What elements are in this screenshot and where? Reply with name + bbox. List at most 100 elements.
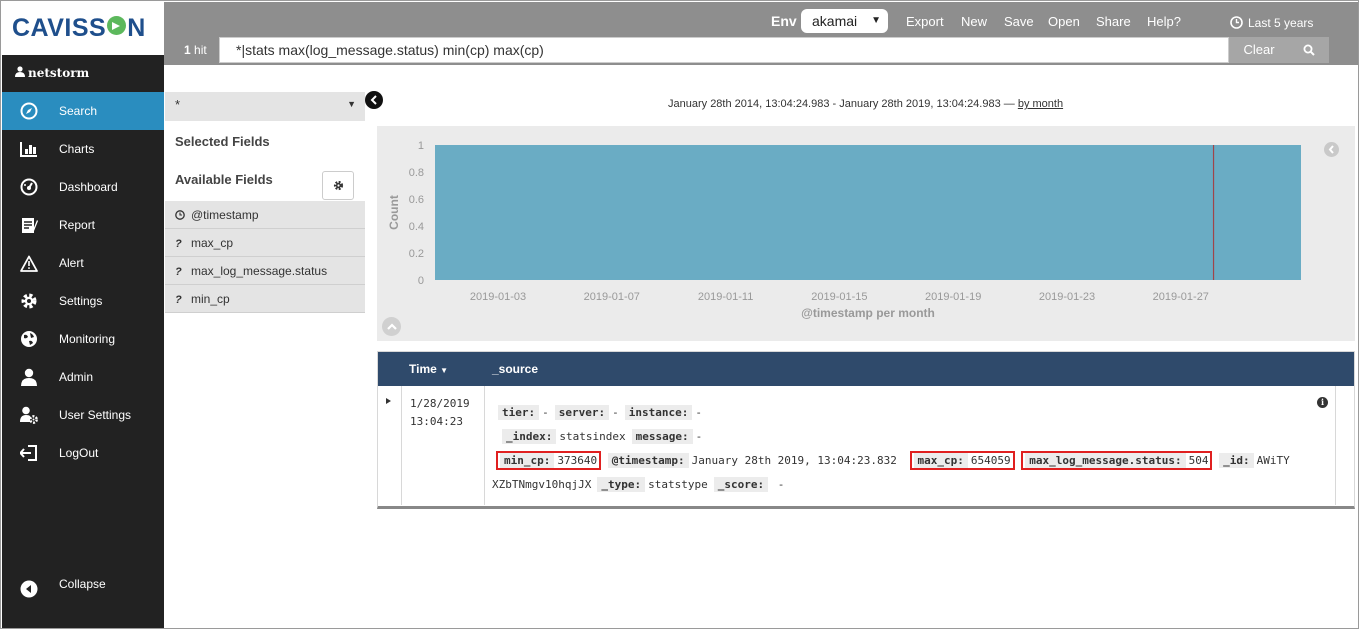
- index-pattern-select[interactable]: * ▼: [165, 92, 365, 121]
- bar-chart-icon: [20, 140, 38, 158]
- username: netstorm: [28, 66, 90, 80]
- unknown-type-icon: ?: [175, 266, 182, 278]
- results-table: Time ▼ _source 1/28/2019 13:04:23 tier: -…: [377, 351, 1355, 509]
- sidebar-item-label: User Settings: [59, 408, 132, 422]
- admin-icon: [20, 368, 38, 386]
- field-item-max-log-message-status[interactable]: ? max_log_message.status: [165, 257, 365, 285]
- x-tick-label: 2019-01-27: [1153, 291, 1209, 303]
- help-button[interactable]: Help?: [1147, 14, 1181, 29]
- field-item-timestamp[interactable]: @timestamp: [165, 201, 365, 229]
- sidebar-item-label: LogOut: [59, 446, 99, 460]
- field-name: max_log_message.status: [191, 264, 328, 278]
- interval-link[interactable]: by month: [1018, 98, 1063, 110]
- histogram-chart: 0 0.2 0.4 0.6 0.8 1 2019-01-03 2019-01-07 2019-0…: [377, 126, 1355, 341]
- brand-logo: CAVISS N: [12, 14, 146, 42]
- field-settings-button[interactable]: [322, 171, 354, 200]
- row-timestamp: 1/28/2019 13:04:23: [410, 397, 470, 428]
- save-button[interactable]: Save: [1004, 14, 1034, 29]
- sidebar-item-settings[interactable]: Settings: [2, 282, 164, 320]
- chevron-up-icon: [386, 323, 397, 330]
- sidebar-item-label: Dashboard: [59, 180, 118, 194]
- histogram-svg: 0 0.2 0.4 0.6 0.8 1 2019-01-03 2019-01-07 2019-0…: [387, 140, 1301, 320]
- sidebar-item-label: Report: [59, 218, 96, 232]
- user-info: netstorm: [2, 55, 164, 92]
- dashboard-icon: [20, 178, 38, 196]
- expand-row-icon[interactable]: [386, 398, 391, 404]
- source-line: XZbTNmgv10hqjJX _type: statstype _score: -: [492, 477, 785, 492]
- collapse-icon: [20, 575, 38, 598]
- sidebar-item-search[interactable]: Search: [2, 92, 164, 130]
- sidebar-item-user-settings[interactable]: User Settings: [2, 396, 164, 434]
- app-window: CAVISS N netstorm Search Charts Dashboard: [0, 0, 1359, 629]
- gear-icon: [333, 180, 343, 191]
- export-button[interactable]: Export: [906, 14, 944, 29]
- x-axis-label: @timestamp per month: [801, 306, 935, 320]
- y-axis-label: Count: [387, 195, 401, 230]
- logout-icon: [20, 444, 38, 462]
- search-icon: [1303, 44, 1315, 56]
- x-tick-label: 2019-01-19: [925, 291, 981, 303]
- index-pattern-value: *: [175, 97, 181, 112]
- share-button[interactable]: Share: [1096, 14, 1131, 29]
- source-line: _index: statsindex message: -: [502, 429, 708, 448]
- sidebar-item-charts[interactable]: Charts: [2, 130, 164, 168]
- caret-down-icon: ▼: [347, 99, 356, 109]
- info-icon[interactable]: i: [1317, 397, 1328, 408]
- open-button[interactable]: Open: [1048, 14, 1080, 29]
- sidebar-item-admin[interactable]: Admin: [2, 358, 164, 396]
- new-button[interactable]: New: [961, 14, 987, 29]
- sidebar-item-label: Monitoring: [59, 332, 116, 346]
- field-item-min-cp[interactable]: ? min_cp: [165, 285, 365, 313]
- sidebar-item-dashboard[interactable]: Dashboard: [2, 168, 164, 206]
- unknown-type-icon: ?: [175, 238, 182, 250]
- table-header: Time ▼ _source: [378, 352, 1354, 386]
- logo-arrow-icon: [107, 16, 127, 35]
- sidebar-item-alert[interactable]: Alert: [2, 244, 164, 282]
- gear-icon: [20, 292, 38, 310]
- column-divider: [484, 386, 485, 505]
- unknown-type-icon: ?: [175, 294, 182, 306]
- sidebar-item-label: Settings: [59, 294, 103, 308]
- globe-icon: [20, 330, 38, 348]
- clear-button[interactable]: Clear: [1229, 37, 1289, 63]
- histogram-bar: [435, 145, 1301, 280]
- field-name: @timestamp: [191, 208, 259, 222]
- chart-collapse-button[interactable]: [382, 317, 401, 336]
- sidebar: netstorm Search Charts Dashboard Report: [2, 55, 164, 628]
- clock-icon: [175, 202, 191, 230]
- min-cp-highlight: min_cp: 373640: [496, 451, 602, 470]
- report-icon: [20, 216, 38, 234]
- clock-icon: [1230, 16, 1243, 29]
- source-line: tier: - server: - instance: -: [498, 405, 708, 424]
- y-tick-label: 0.2: [409, 248, 424, 260]
- chart-close-button[interactable]: [1324, 142, 1339, 157]
- column-header-time[interactable]: Time ▼: [409, 362, 448, 376]
- sidebar-item-label: Alert: [59, 256, 84, 270]
- sort-down-icon: ▼: [440, 366, 449, 375]
- y-tick-label: 0.4: [409, 221, 424, 233]
- field-name: min_cp: [191, 292, 230, 306]
- sidebar-item-monitoring[interactable]: Monitoring: [2, 320, 164, 358]
- search-button[interactable]: [1289, 37, 1329, 63]
- sidebar-item-report[interactable]: Report: [2, 206, 164, 244]
- date-range-text: January 28th 2014, 13:04:24.983 - Januar…: [668, 98, 1064, 110]
- sidebar-item-logout[interactable]: LogOut: [2, 434, 164, 472]
- chevron-left-icon: [370, 95, 377, 105]
- collapse-button[interactable]: Collapse: [2, 565, 164, 603]
- available-fields-heading: Available Fields: [175, 172, 273, 187]
- top-toolbar: Env akamai ▼ Export New Save Open Share …: [164, 2, 1358, 65]
- env-select[interactable]: akamai ▼: [801, 9, 888, 33]
- sidebar-item-label: Search: [59, 104, 98, 118]
- x-tick-label: 2019-01-11: [698, 291, 753, 303]
- env-select-value: akamai: [812, 13, 858, 29]
- source-line: min_cp: 373640 @timestamp: January 28th 20…: [496, 451, 1296, 470]
- collapse-panel-button[interactable]: [365, 91, 383, 109]
- logo-area: CAVISS N: [2, 2, 164, 55]
- time-range-picker[interactable]: Last 5 years: [1230, 16, 1313, 30]
- y-tick-label: 0: [418, 275, 424, 287]
- search-query-input[interactable]: *|stats max(log_message.status) min(cp) …: [219, 37, 1229, 63]
- field-item-max-cp[interactable]: ? max_cp: [165, 229, 365, 257]
- sidebar-item-label: Admin: [59, 370, 94, 384]
- field-name: max_cp: [191, 236, 234, 250]
- column-divider: [1335, 386, 1336, 505]
